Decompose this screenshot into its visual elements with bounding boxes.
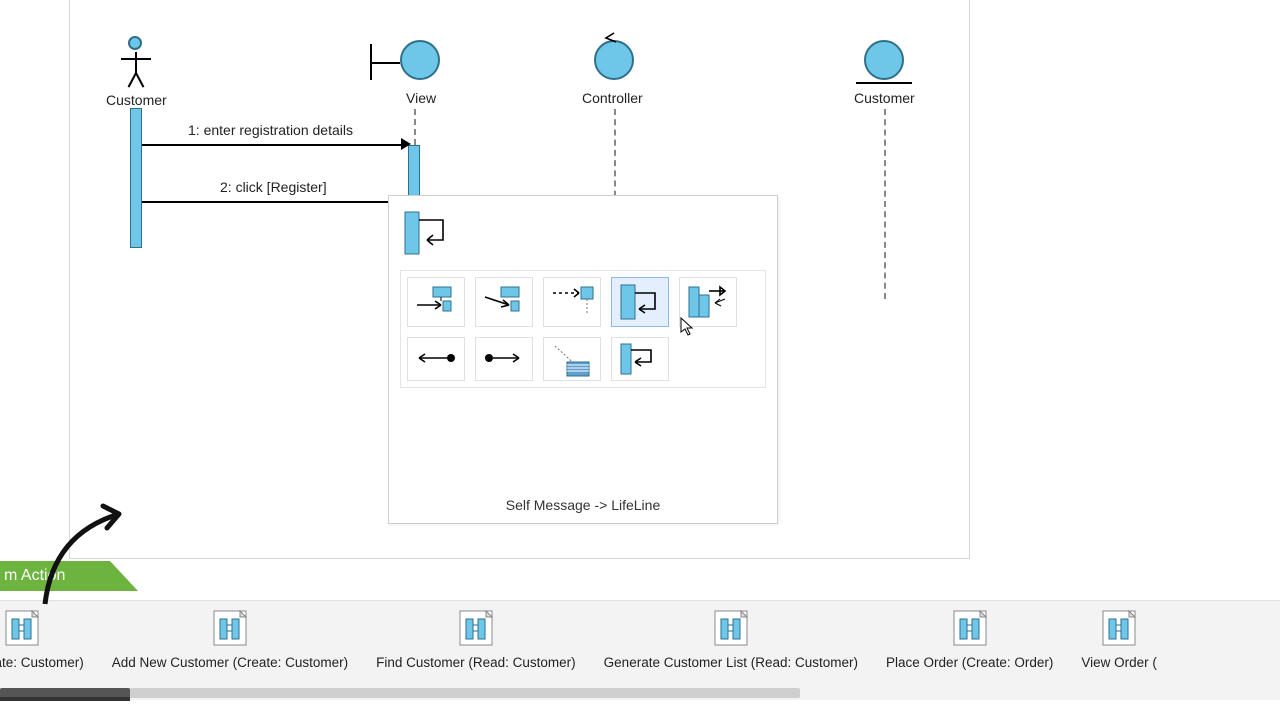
diagram-item-label: Add New Customer (Create: Customer) bbox=[112, 655, 348, 670]
diagram-item-label: Place Order (Create: Order) bbox=[886, 655, 1053, 670]
popup-preview-icon bbox=[403, 210, 451, 259]
diagram-item[interactable]: Add New Customer (Create: Customer) bbox=[98, 601, 362, 670]
boundary-circle-icon bbox=[400, 40, 440, 80]
popup-tool-grid bbox=[400, 270, 766, 388]
message-shaft-icon bbox=[142, 144, 401, 146]
sequence-diagram-icon bbox=[210, 609, 250, 647]
lifeline-label: Controller bbox=[582, 90, 643, 106]
arrowhead-icon bbox=[401, 138, 411, 150]
diagram-item-label: Generate Customer List (Read: Customer) bbox=[604, 655, 858, 670]
tool-message-async-call[interactable] bbox=[475, 277, 533, 327]
diagram-item[interactable]: Find Customer (Read: Customer) bbox=[362, 601, 590, 670]
resource-catalog-popup[interactable]: Self Message -> LifeLine bbox=[388, 195, 778, 524]
diagram-item[interactable]: View Order ( bbox=[1067, 601, 1171, 670]
active-diagram-underline bbox=[0, 697, 130, 701]
actor-head-icon bbox=[128, 36, 142, 50]
actor-arms-icon bbox=[121, 58, 151, 60]
diagram-item-label: View Order ( bbox=[1081, 655, 1157, 670]
popup-hint-text: Self Message -> LifeLine bbox=[389, 497, 777, 513]
lifeline-label: Customer bbox=[854, 90, 915, 106]
lifeline-dash-customer-entity bbox=[884, 109, 886, 299]
message-label: 2: click [Register] bbox=[220, 179, 327, 195]
mouse-cursor-icon bbox=[680, 317, 694, 337]
sequence-diagram-icon bbox=[1099, 609, 1139, 647]
diagram-item-label: r (Create: Customer) bbox=[0, 655, 84, 670]
control-arrow-icon bbox=[602, 32, 622, 46]
entity-circle-icon bbox=[864, 40, 904, 80]
diagram-item-label: Find Customer (Read: Customer) bbox=[376, 655, 576, 670]
entity-baseline-icon bbox=[856, 82, 912, 84]
sequence-diagram-icon bbox=[950, 609, 990, 647]
sequence-diagram-icon bbox=[711, 609, 751, 647]
tool-lost-message[interactable] bbox=[475, 337, 533, 381]
actor-leg-right-icon bbox=[135, 73, 144, 88]
boundary-line-icon bbox=[370, 62, 400, 64]
activation-customer[interactable] bbox=[130, 108, 142, 248]
lifeline-dash-view bbox=[414, 109, 416, 145]
lifeline-label: Customer bbox=[106, 92, 167, 108]
tool-message-call[interactable] bbox=[407, 277, 465, 327]
tool-found-message[interactable] bbox=[407, 337, 465, 381]
tool-self-call-compact[interactable] bbox=[611, 337, 669, 381]
diagram-item[interactable]: Generate Customer List (Read: Customer) bbox=[590, 601, 872, 670]
control-circle-icon bbox=[594, 40, 634, 80]
message-shaft-icon bbox=[142, 201, 401, 203]
sequence-diagram-icon bbox=[2, 609, 42, 647]
curved-arrow-icon bbox=[23, 494, 133, 609]
lifeline-label: View bbox=[406, 90, 436, 106]
tool-create-message[interactable] bbox=[543, 277, 601, 327]
message-label: 1: enter registration details bbox=[188, 122, 353, 138]
diagram-strip[interactable]: r (Create: Customer) Add New Customer (C… bbox=[0, 600, 1280, 700]
tool-self-message[interactable] bbox=[611, 277, 669, 327]
actor-body-icon bbox=[135, 52, 137, 74]
tool-note[interactable] bbox=[543, 337, 601, 381]
sequence-diagram-icon bbox=[456, 609, 496, 647]
diagram-strip-inner: r (Create: Customer) Add New Customer (C… bbox=[0, 601, 1280, 700]
diagram-item[interactable]: Place Order (Create: Order) bbox=[872, 601, 1067, 670]
diagram-item[interactable]: r (Create: Customer) bbox=[0, 601, 98, 670]
